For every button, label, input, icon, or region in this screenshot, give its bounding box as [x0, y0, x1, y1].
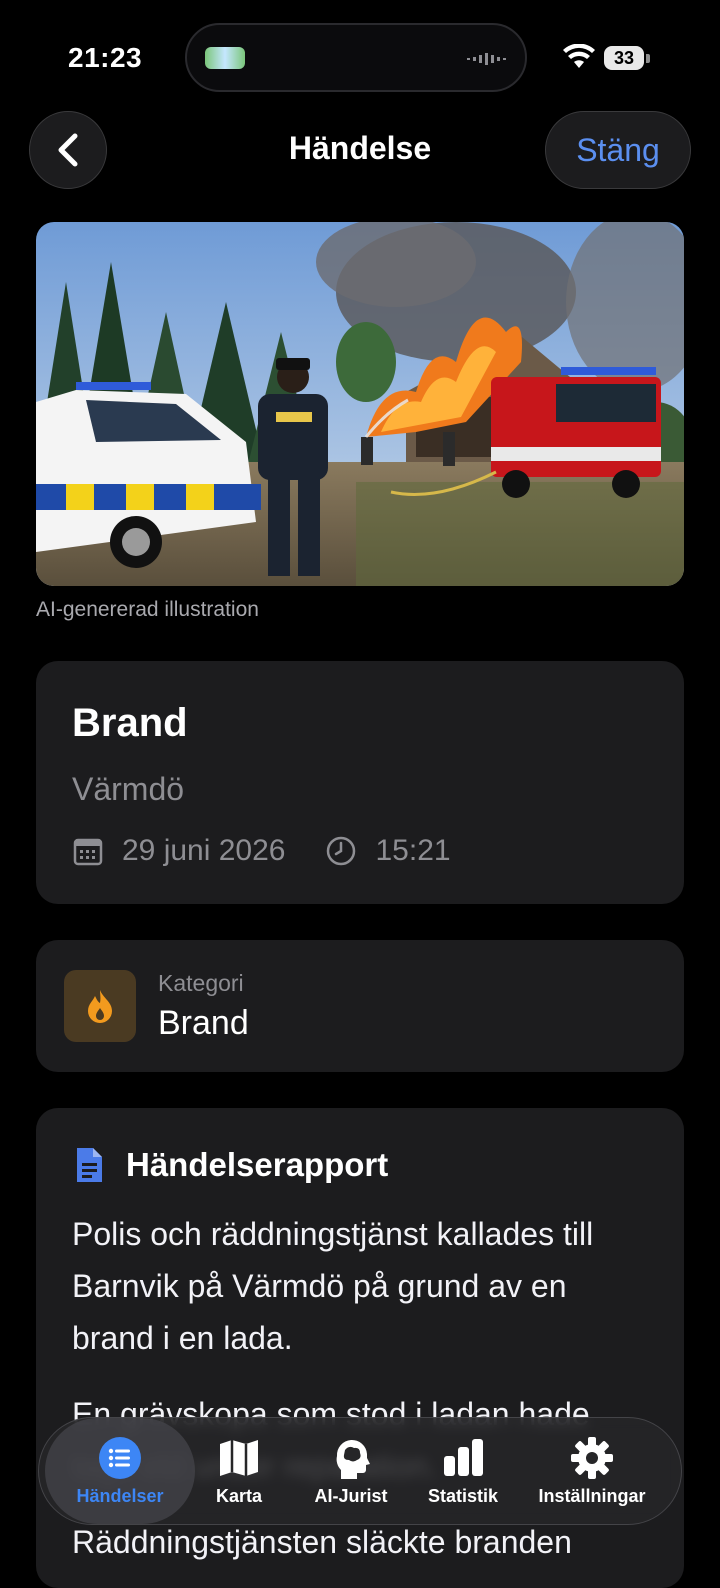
event-location: Värmdö — [72, 771, 185, 807]
tab-statistik[interactable]: Statistik — [417, 1418, 509, 1524]
brain-head-icon — [336, 1439, 370, 1479]
image-caption: AI-genererad illustration — [36, 598, 259, 621]
audio-wave-icon — [467, 53, 506, 65]
event-illustration — [36, 222, 684, 586]
battery-indicator: 33 — [604, 46, 644, 70]
tab-label: Karta — [215, 1485, 263, 1506]
tab-label: AI-Jurist — [314, 1485, 388, 1506]
tab-label: Händelser — [76, 1485, 164, 1506]
list-icon — [99, 1436, 141, 1479]
bar-chart-icon — [444, 1438, 483, 1476]
clock-icon — [327, 836, 356, 866]
flame-icon — [88, 990, 112, 1023]
calendar-icon — [73, 838, 103, 866]
report-title: Händelserapport — [126, 1146, 389, 1183]
close-button[interactable]: Stäng — [545, 111, 691, 189]
event-summary-card: Brand Värmdö 29 juni 2026 15:21 — [36, 661, 684, 904]
now-playing-thumbnail — [205, 47, 245, 69]
dynamic-island — [185, 23, 527, 92]
wifi-icon — [563, 44, 595, 68]
tab-karta[interactable]: Karta — [199, 1418, 279, 1524]
category-label: Kategori — [158, 970, 244, 996]
status-bar: 21:23 33 — [0, 0, 720, 110]
event-datetime-row: 29 juni 2026 15:21 — [72, 831, 451, 871]
gear-icon — [571, 1436, 613, 1479]
event-time: 15:21 — [375, 834, 451, 867]
category-value: Brand — [158, 1004, 249, 1042]
document-icon — [77, 1148, 102, 1182]
map-icon — [220, 1439, 258, 1476]
event-title: Brand — [72, 701, 188, 745]
battery-tip — [646, 54, 650, 63]
tab-ai-jurist[interactable]: AI-Jurist — [301, 1418, 401, 1524]
tab-installningar[interactable]: Inställningar — [527, 1418, 657, 1524]
tab-bar: Händelser Karta AI-Jurist Statistik Inst… — [38, 1417, 682, 1525]
tab-label: Inställningar — [538, 1485, 646, 1506]
report-paragraph: Polis och räddningstjänst kallades till … — [72, 1216, 594, 1356]
category-icon-box — [64, 970, 136, 1042]
tab-label: Statistik — [427, 1485, 499, 1506]
status-time: 21:23 — [68, 42, 143, 73]
tab-handelser[interactable]: Händelser — [45, 1418, 195, 1524]
report-body: Polis och räddningstjänst kallades till … — [72, 1208, 652, 1588]
category-card: Kategori Brand — [36, 940, 684, 1072]
event-date: 29 juni 2026 — [122, 834, 286, 867]
